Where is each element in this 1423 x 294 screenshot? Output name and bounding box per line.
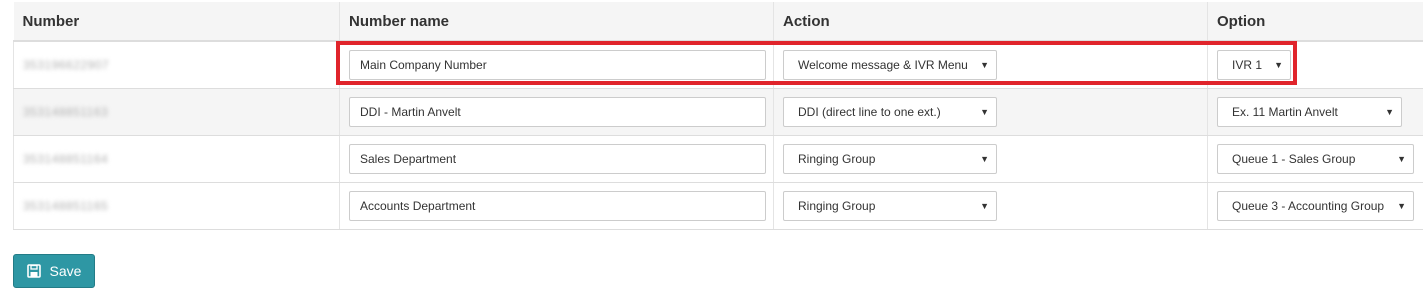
action-select[interactable]: Ringing Group ▼ [783,144,997,174]
caret-down-icon: ▼ [1274,60,1283,70]
phone-number-blurred: 353148851164 [23,152,109,166]
action-select[interactable]: Welcome message & IVR Menu ▼ [783,50,997,80]
number-cell: 353148851164 [13,135,340,183]
option-select-value: Queue 1 - Sales Group [1232,152,1356,166]
numbers-table: Number Number name Action Option 3531966… [13,2,1423,230]
option-cell: Queue 3 - Accounting Group ▼ [1207,182,1423,230]
number-settings-page: Number Number name Action Option 3531966… [0,0,1423,294]
option-select-value: Ex. 11 Martin Anvelt [1232,105,1338,119]
phone-number-blurred: 353148851163 [23,105,109,119]
header-number: Number [13,2,340,42]
number-name-input[interactable] [349,191,766,221]
save-button[interactable]: Save [13,254,95,288]
action-select[interactable]: Ringing Group ▼ [783,191,997,221]
table-row: 353148851163 DDI (direct line to one ext… [13,88,1423,136]
number-name-cell [339,135,774,183]
action-select-value: Welcome message & IVR Menu [798,58,968,72]
save-button-label: Save [49,263,82,279]
number-name-input[interactable] [349,50,766,80]
number-name-cell [339,88,774,136]
phone-number-blurred: 353196622907 [23,58,110,72]
header-option: Option [1207,2,1423,42]
caret-down-icon: ▼ [980,60,989,70]
floppy-disk-icon [26,264,41,278]
number-name-input[interactable] [349,97,766,127]
option-select-value: IVR 1 [1232,58,1263,72]
header-action: Action [773,2,1208,42]
option-select[interactable]: Queue 3 - Accounting Group ▼ [1217,191,1414,221]
number-cell: 353148851165 [13,182,340,230]
action-cell: Welcome message & IVR Menu ▼ [773,41,1208,89]
action-cell: Ringing Group ▼ [773,135,1208,183]
table-header-row: Number Number name Action Option [13,2,1423,42]
caret-down-icon: ▼ [1397,154,1406,164]
table-row: 353148851165 Ringing Group ▼ Queue 3 - A… [13,182,1423,230]
number-cell: 353148851163 [13,88,340,136]
caret-down-icon: ▼ [980,201,989,211]
action-cell: Ringing Group ▼ [773,182,1208,230]
option-cell: IVR 1 ▼ [1207,41,1423,89]
action-select-value: Ringing Group [798,199,876,213]
option-select[interactable]: Ex. 11 Martin Anvelt ▼ [1217,97,1402,127]
header-number-name: Number name [339,2,774,42]
option-cell: Queue 1 - Sales Group ▼ [1207,135,1423,183]
table-row: 353196622907 Welcome message & IVR Menu … [13,41,1423,89]
action-select-value: Ringing Group [798,152,876,166]
phone-number-blurred: 353148851165 [23,199,109,213]
table-row: 353148851164 Ringing Group ▼ Queue 1 - S… [13,135,1423,183]
option-cell: Ex. 11 Martin Anvelt ▼ [1207,88,1423,136]
number-name-input[interactable] [349,144,766,174]
option-select-value: Queue 3 - Accounting Group [1232,199,1385,213]
action-select-value: DDI (direct line to one ext.) [798,105,941,119]
option-select[interactable]: Queue 1 - Sales Group ▼ [1217,144,1414,174]
action-select[interactable]: DDI (direct line to one ext.) ▼ [783,97,997,127]
number-cell: 353196622907 [13,41,340,89]
option-select[interactable]: IVR 1 ▼ [1217,50,1291,80]
action-cell: DDI (direct line to one ext.) ▼ [773,88,1208,136]
number-name-cell [339,41,774,89]
number-name-cell [339,182,774,230]
caret-down-icon: ▼ [1397,201,1406,211]
caret-down-icon: ▼ [980,154,989,164]
caret-down-icon: ▼ [1385,107,1394,117]
caret-down-icon: ▼ [980,107,989,117]
